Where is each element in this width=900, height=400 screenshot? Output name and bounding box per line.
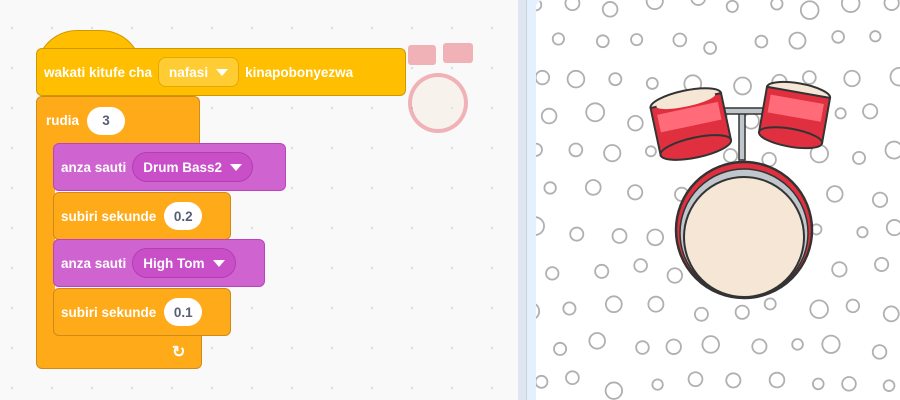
start-sound-label: anza sauti <box>61 255 127 271</box>
dropdown-arrow-icon <box>216 68 229 76</box>
workspace-scrollbar-edge <box>518 0 527 400</box>
hat-prefix-label: wakati kitufe cha <box>44 64 153 80</box>
code-workspace[interactable]: wakati kitufe cha nafasi kinapobonyezwa … <box>0 0 518 400</box>
sound-dropdown-value: Drum Bass2 <box>143 159 223 175</box>
dropdown-arrow-icon <box>230 163 243 171</box>
stage[interactable] <box>536 0 900 400</box>
sound-dropdown[interactable]: Drum Bass2 <box>132 152 254 182</box>
wait-seconds-input[interactable]: 0.1 <box>164 298 203 326</box>
repeat-count-input[interactable]: 3 <box>87 106 126 135</box>
wait-seconds-input[interactable]: 0.2 <box>164 202 203 230</box>
drum-kit-sprite[interactable] <box>536 0 900 400</box>
wait-label: subiri sekunde <box>61 208 157 224</box>
key-dropdown-value: nafasi <box>169 64 209 80</box>
start-sound-label: anza sauti <box>61 159 127 175</box>
sound-dropdown-value: High Tom <box>143 255 205 271</box>
wait-seconds-block[interactable]: subiri sekunde 0.2 <box>53 192 231 240</box>
sprite-thumbnail-drum-icon <box>408 43 473 133</box>
start-sound-block[interactable]: anza sauti High Tom <box>53 239 265 287</box>
sound-dropdown[interactable]: High Tom <box>132 248 236 278</box>
loop-arrow-icon: ↻ <box>172 344 186 361</box>
wait-seconds-block[interactable]: subiri sekunde 0.1 <box>53 288 231 336</box>
hat-suffix-label: kinapobonyezwa <box>245 64 354 80</box>
when-key-pressed-block[interactable]: wakati kitufe cha nafasi kinapobonyezwa <box>36 48 406 96</box>
start-sound-block[interactable]: anza sauti Drum Bass2 <box>53 143 286 191</box>
wait-label: subiri sekunde <box>61 304 157 320</box>
key-dropdown[interactable]: nafasi <box>158 57 240 87</box>
dropdown-arrow-icon <box>212 259 225 267</box>
repeat-block[interactable]: rudia 3 <box>36 96 200 144</box>
repeat-label: rudia <box>46 113 80 128</box>
